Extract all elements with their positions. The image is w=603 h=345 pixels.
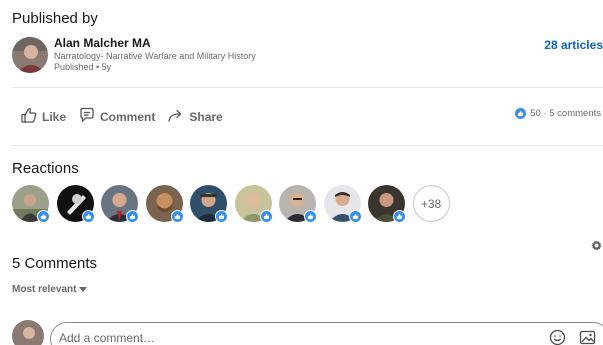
reactor-avatar[interactable] (368, 185, 406, 223)
reactor-avatar[interactable] (279, 185, 317, 223)
like-label: Like (42, 109, 67, 124)
comments-heading: 5 Comments (12, 255, 98, 272)
comment-icon (78, 106, 100, 127)
reactor-avatar[interactable] (323, 185, 362, 223)
emoji-icon[interactable] (549, 329, 566, 345)
share-button[interactable]: Share (167, 106, 223, 127)
share-icon (167, 106, 189, 127)
articles-link[interactable]: 28 articles (544, 38, 603, 52)
like-reaction-icon (348, 210, 362, 223)
social-actions-bar: Like Comment Share (20, 106, 235, 127)
author-avatar[interactable] (12, 37, 48, 73)
like-reaction-icon (304, 210, 317, 223)
comment-placeholder: Add a comment… (59, 331, 156, 345)
like-reaction-icon (515, 108, 527, 119)
reactor-avatar[interactable] (12, 185, 50, 223)
like-reaction-icon (259, 210, 273, 223)
share-label: Share (189, 109, 223, 124)
sort-dropdown[interactable]: Most relevant (12, 284, 88, 295)
more-reactors-button[interactable]: +38 (412, 185, 450, 222)
author-headline: Narratology- Narrative Warfare and Milit… (54, 51, 256, 61)
like-reaction-icon (81, 210, 95, 223)
social-counts[interactable]: 50 · 5 comments (515, 108, 601, 119)
comment-label: Comment (100, 109, 156, 124)
like-button[interactable]: Like (20, 106, 66, 127)
like-reaction-icon (37, 210, 50, 223)
current-user-avatar (12, 320, 44, 345)
reaction-and-comment-count: 50 · 5 comments (530, 108, 601, 119)
like-reaction-icon (126, 210, 139, 223)
reactors-list: +38 (12, 185, 450, 223)
settings-icon[interactable] (591, 238, 602, 256)
like-icon (20, 106, 42, 127)
comment-button[interactable]: Comment (78, 106, 155, 127)
like-reaction-icon (215, 210, 228, 223)
reactor-avatar[interactable] (101, 185, 139, 223)
sort-label: Most relevant (12, 284, 77, 295)
reactor-avatar[interactable] (145, 185, 184, 223)
reactor-avatar[interactable] (234, 185, 273, 223)
divider (12, 145, 603, 146)
like-reaction-icon (170, 210, 184, 223)
like-reaction-icon (393, 210, 406, 223)
image-icon[interactable] (579, 329, 596, 345)
published-date: Published • 5y (54, 62, 112, 72)
reactor-avatar[interactable] (190, 185, 228, 223)
caret-down-icon (79, 287, 88, 292)
reactor-avatar[interactable] (56, 185, 95, 223)
author-name[interactable]: Alan Malcher MA (54, 36, 151, 50)
reactions-heading: Reactions (12, 160, 79, 177)
divider (12, 87, 603, 88)
published-by-heading: Published by (12, 10, 98, 27)
